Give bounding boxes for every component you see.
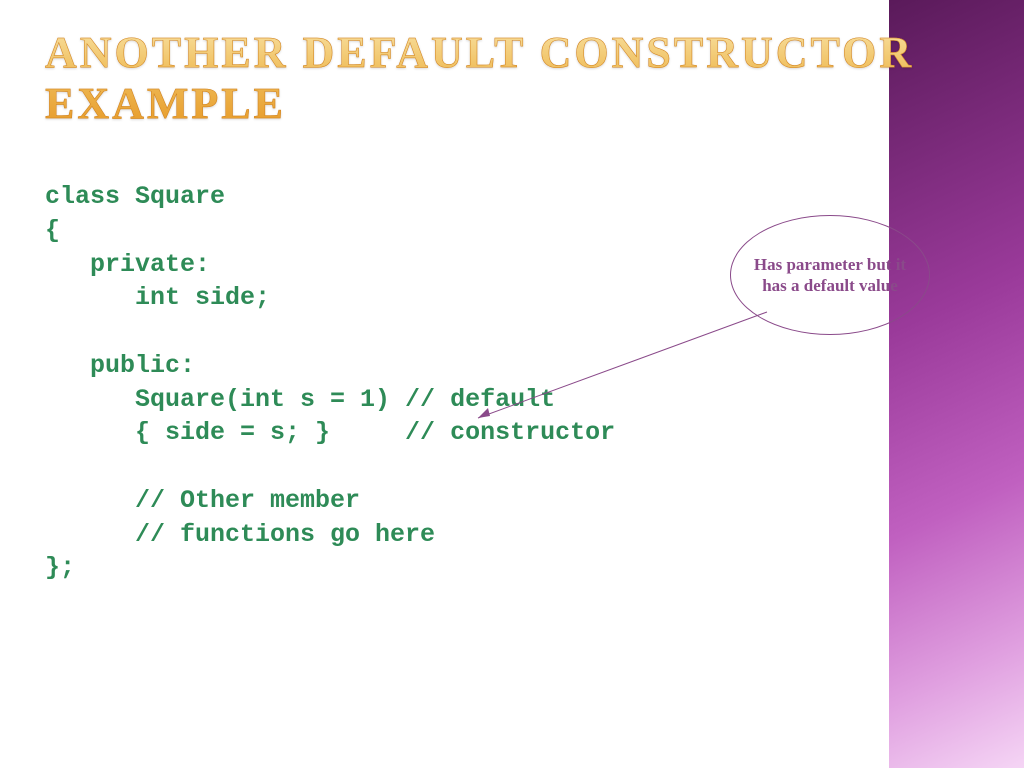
slide-title: ANOTHER DEFAULT CONSTRUCTOR EXAMPLE xyxy=(45,28,1024,129)
code-example: class Square { private: int side; public… xyxy=(45,180,615,585)
callout-text: Has parameter but it has a default value xyxy=(731,254,929,297)
annotation-callout: Has parameter but it has a default value xyxy=(730,215,930,335)
callout-ellipse: Has parameter but it has a default value xyxy=(730,215,930,335)
